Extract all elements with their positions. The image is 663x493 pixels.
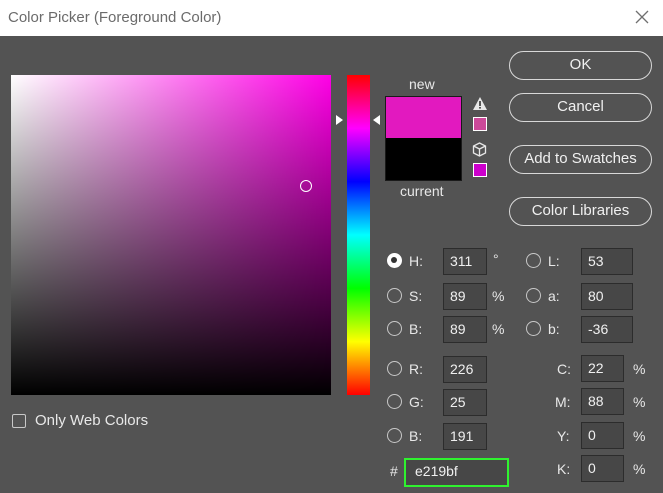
- black-unit: %: [633, 461, 646, 477]
- blue-input[interactable]: 191: [443, 423, 487, 450]
- magenta-input[interactable]: 88: [581, 388, 624, 415]
- saturation-input[interactable]: 89: [443, 283, 487, 310]
- hex-input[interactable]: e219bf: [404, 458, 509, 487]
- hex-label: #: [390, 463, 398, 479]
- title-bar: Color Picker (Foreground Color): [0, 0, 663, 36]
- red-input[interactable]: 226: [443, 356, 487, 383]
- red-radio[interactable]: [387, 361, 402, 376]
- new-color-swatch: [385, 96, 462, 139]
- cyan-unit: %: [633, 361, 646, 377]
- close-icon[interactable]: [631, 6, 653, 28]
- cancel-button[interactable]: Cancel: [509, 93, 652, 122]
- hue-label: H:: [409, 253, 423, 269]
- saturation-unit: %: [492, 288, 505, 304]
- brightness-radio[interactable]: [387, 321, 402, 336]
- brightness-unit: %: [492, 321, 505, 337]
- green-label: G:: [409, 394, 424, 410]
- warning-icon: [473, 97, 487, 110]
- hue-slider-arrow-left[interactable]: [336, 115, 343, 125]
- hue-input[interactable]: 311: [443, 248, 487, 275]
- black-label: K:: [557, 461, 571, 477]
- green-radio[interactable]: [387, 394, 402, 409]
- brightness-input[interactable]: 89: [443, 316, 487, 343]
- magenta-unit: %: [633, 394, 646, 410]
- hue-slider[interactable]: [347, 75, 370, 395]
- new-label: new: [409, 76, 435, 92]
- lab-b-label: b:: [548, 321, 560, 337]
- lab-l-radio[interactable]: [526, 253, 541, 268]
- green-input[interactable]: 25: [443, 389, 487, 416]
- lab-a-label: a:: [548, 288, 560, 304]
- current-color-swatch[interactable]: [385, 138, 462, 181]
- web-safe-swatch[interactable]: [473, 163, 487, 177]
- lab-a-radio[interactable]: [526, 288, 541, 303]
- hue-slider-arrow-right[interactable]: [373, 115, 380, 125]
- cyan-label: C:: [557, 361, 571, 377]
- window-title: Color Picker (Foreground Color): [8, 9, 222, 26]
- only-web-colors-checkbox[interactable]: [12, 414, 26, 428]
- red-label: R:: [409, 361, 423, 377]
- add-to-swatches-button[interactable]: Add to Swatches: [509, 145, 652, 174]
- hue-radio[interactable]: [387, 253, 402, 268]
- lab-l-input[interactable]: 53: [581, 248, 633, 275]
- current-label: current: [400, 183, 444, 199]
- cyan-input[interactable]: 22: [581, 355, 624, 382]
- black-input[interactable]: 0: [581, 455, 624, 482]
- color-libraries-button[interactable]: Color Libraries: [509, 197, 652, 226]
- color-field-marker[interactable]: [300, 180, 312, 192]
- lab-l-label: L:: [548, 253, 560, 269]
- saturation-label: S:: [409, 288, 423, 304]
- yellow-label: Y:: [557, 428, 570, 444]
- lab-b-radio[interactable]: [526, 321, 541, 336]
- blue-label: B:: [409, 428, 423, 444]
- saturation-radio[interactable]: [387, 288, 402, 303]
- lab-a-input[interactable]: 80: [581, 283, 633, 310]
- cube-icon: [472, 142, 487, 157]
- gamut-warning-swatch[interactable]: [473, 117, 487, 131]
- brightness-label: B:: [409, 321, 423, 337]
- color-field[interactable]: [11, 75, 331, 395]
- only-web-colors-label: Only Web Colors: [35, 412, 149, 429]
- magenta-label: M:: [555, 394, 571, 410]
- hue-unit: °: [493, 251, 499, 267]
- ok-button[interactable]: OK: [509, 51, 652, 80]
- yellow-unit: %: [633, 428, 646, 444]
- blue-radio[interactable]: [387, 428, 402, 443]
- lab-b-input[interactable]: -36: [581, 316, 633, 343]
- yellow-input[interactable]: 0: [581, 422, 624, 449]
